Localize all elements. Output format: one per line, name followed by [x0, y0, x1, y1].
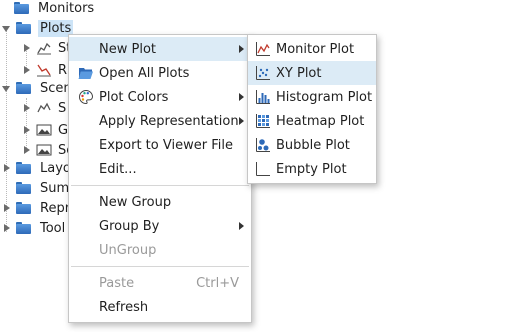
menu-item-group-by[interactable]: Group By: [69, 214, 251, 238]
menu-item-edit[interactable]: Edit...: [69, 157, 251, 181]
submenu-arrow-icon: [239, 222, 244, 230]
menu-item-new-group[interactable]: New Group: [69, 190, 251, 214]
scalar-scene-icon: [37, 102, 51, 113]
menu-item-label: Apply Representation: [99, 113, 239, 129]
scene-image-icon: [36, 124, 52, 136]
expand-arrow-icon[interactable]: [22, 125, 32, 135]
heatmap-plot-icon: [256, 114, 270, 128]
menu-item-apply-representation[interactable]: Apply Representation: [69, 109, 251, 133]
menu-item-label: New Plot: [99, 41, 156, 57]
menu-item-heatmap-plot[interactable]: Heatmap Plot: [248, 109, 376, 133]
expand-arrow-icon[interactable]: [22, 43, 32, 53]
open-folder-icon: [78, 68, 93, 79]
menu-item-shortcut: Ctrl+V: [196, 275, 239, 291]
folder-icon: [16, 202, 31, 214]
tree-item-label: Sum: [40, 180, 70, 196]
menu-item-label: Bubble Plot: [276, 137, 350, 153]
menu-item-label: Export to Viewer File: [99, 137, 233, 153]
folder-icon: [16, 22, 31, 34]
folder-icon: [16, 82, 31, 94]
menu-item-label: Heatmap Plot: [276, 113, 365, 129]
bubble-plot-icon: [256, 138, 270, 152]
expand-arrow-icon[interactable]: [22, 103, 32, 113]
menu-item-xy-plot[interactable]: XY Plot: [248, 61, 376, 85]
menu-item-label: New Group: [99, 194, 172, 210]
histogram-plot-icon: [256, 90, 270, 104]
menu-item-monitor-plot[interactable]: Monitor Plot: [248, 37, 376, 61]
menu-item-label: Refresh: [99, 299, 149, 315]
menu-item-plot-colors[interactable]: Plot Colors: [69, 85, 251, 109]
tree-item-plot-child[interactable]: St: [22, 36, 73, 60]
folder-icon: [14, 2, 29, 14]
menu-item-label: Monitor Plot: [276, 41, 355, 57]
menu-separator: [71, 185, 249, 186]
expand-arrow-icon[interactable]: [2, 163, 12, 173]
tree-item-label: S: [58, 100, 67, 116]
monitor-plot-icon: [37, 42, 51, 55]
menu-item-empty-plot[interactable]: Empty Plot: [248, 157, 376, 181]
menu-item-label: Edit...: [99, 161, 137, 177]
menu-item-bubble-plot[interactable]: Bubble Plot: [248, 133, 376, 157]
submenu-arrow-icon: [239, 117, 244, 125]
collapse-arrow-icon[interactable]: [2, 83, 12, 93]
menu-item-label: XY Plot: [276, 65, 322, 81]
expand-arrow-icon[interactable]: [22, 65, 32, 75]
expand-arrow-icon[interactable]: [22, 145, 32, 155]
menu-item-label: Paste: [99, 275, 135, 291]
menu-separator: [71, 266, 249, 267]
monitor-plot-icon: [256, 42, 270, 56]
tree-item-label: Tool: [40, 220, 66, 236]
submenu-arrow-icon: [239, 45, 244, 53]
folder-icon: [16, 182, 31, 194]
collapse-arrow-icon[interactable]: [2, 23, 12, 33]
new-plot-submenu: Monitor Plot XY Plot Histogram Plot Heat…: [247, 34, 377, 184]
context-menu: New Plot Open All Plots Plot Colors Appl…: [68, 34, 252, 323]
menu-item-new-plot[interactable]: New Plot: [69, 37, 251, 61]
tree-item-scene-child[interactable]: S: [22, 96, 68, 120]
folder-icon: [16, 162, 31, 174]
folder-icon: [16, 222, 31, 234]
menu-item-histogram-plot[interactable]: Histogram Plot: [248, 85, 376, 109]
menu-item-label: Group By: [99, 218, 160, 234]
expand-arrow-icon[interactable]: [2, 203, 12, 213]
menu-item-label: Histogram Plot: [276, 89, 373, 105]
tree-item-label: Monitors: [38, 0, 95, 16]
xy-plot-icon: [256, 66, 270, 80]
menu-item-export-to-viewer-file[interactable]: Export to Viewer File: [69, 133, 251, 157]
menu-item-paste[interactable]: Paste Ctrl+V: [69, 271, 251, 295]
menu-item-ungroup[interactable]: UnGroup: [69, 238, 251, 262]
empty-plot-icon: [256, 162, 270, 176]
menu-item-refresh[interactable]: Refresh: [69, 295, 251, 319]
tree-item-label: Repr: [40, 200, 71, 216]
menu-item-label: Empty Plot: [276, 161, 347, 177]
tree-item-tools[interactable]: Tool: [2, 216, 67, 240]
menu-item-label: Open All Plots: [99, 65, 190, 81]
submenu-arrow-icon: [239, 93, 244, 101]
expand-arrow-icon[interactable]: [2, 223, 12, 233]
menu-item-label: UnGroup: [99, 242, 157, 258]
palette-icon: [79, 89, 94, 105]
menu-item-open-all-plots[interactable]: Open All Plots: [69, 61, 251, 85]
menu-item-label: Plot Colors: [99, 89, 169, 105]
